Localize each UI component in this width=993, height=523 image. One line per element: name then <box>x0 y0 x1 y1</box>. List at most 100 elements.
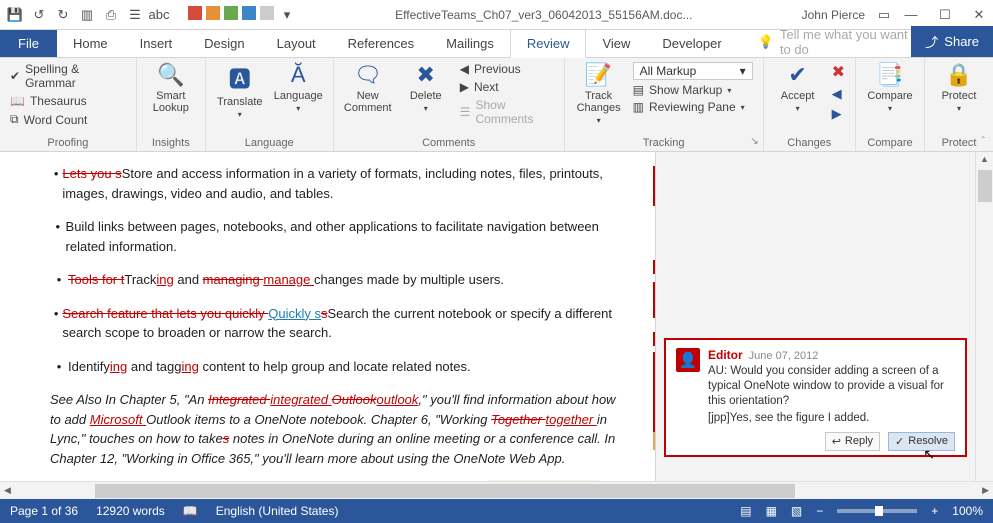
horizontal-scrollbar[interactable]: ◀ ▶ <box>0 481 993 499</box>
group-label: Changes <box>774 135 845 149</box>
tab-mailings[interactable]: Mailings <box>430 30 510 57</box>
group-label: Language <box>216 135 323 149</box>
document-area: •Lets you sStore and access information … <box>0 152 993 499</box>
bulb-icon: 💡 <box>758 34 774 50</box>
tab-developer[interactable]: Developer <box>646 30 737 57</box>
reviewing-pane-dropdown[interactable]: ▥Reviewing Pane ▾ <box>633 100 753 114</box>
minimize-button[interactable]: — <box>903 7 919 23</box>
previous-comment-button[interactable]: ◀Previous <box>460 62 554 76</box>
page-indicator[interactable]: Page 1 of 36 <box>10 504 78 518</box>
vertical-scrollbar[interactable]: ▲ ▼ <box>975 152 993 499</box>
status-bar: Page 1 of 36 12920 words 📖 English (Unit… <box>0 499 993 523</box>
next-comment-button[interactable]: ▶Next <box>460 80 554 94</box>
globe-icon: Ă <box>291 62 306 88</box>
word-count[interactable]: 12920 words <box>96 504 165 518</box>
window-controls: — ☐ ✕ <box>903 7 987 23</box>
tab-design[interactable]: Design <box>188 30 260 57</box>
print-layout-icon[interactable]: ▦ <box>766 504 777 518</box>
comment-date: June 07, 2012 <box>749 350 819 362</box>
markup-mode-dropdown[interactable]: All Markup▾ <box>633 62 753 80</box>
save-icon[interactable]: 💾 <box>6 6 24 24</box>
accept-button[interactable]: ✔Accept▾ <box>774 62 822 113</box>
share-button[interactable]: ⤴ Share <box>911 26 993 57</box>
compare-button[interactable]: 📑Compare▾ <box>866 62 914 113</box>
tell-me-box[interactable]: 💡 Tell me what you want to do <box>738 27 912 57</box>
comment-card[interactable]: 👤 EditorJune 07, 2012 AU: Would you cons… <box>664 338 967 457</box>
tell-me-placeholder: Tell me what you want to do <box>780 27 911 57</box>
thesaurus-button[interactable]: 📖Thesaurus <box>10 94 126 108</box>
hscroll-thumb[interactable] <box>95 484 795 498</box>
accept-icon: ✔ <box>788 62 806 88</box>
group-changes: ✔Accept▾ ✖ ◀ ▶ Changes <box>764 58 856 151</box>
abc-check-icon: ✔ <box>10 69 20 83</box>
qa-button[interactable]: abc <box>150 6 168 24</box>
protect-button[interactable]: 🔒Protect▾ <box>935 62 983 113</box>
zoom-out-icon[interactable]: − <box>816 504 823 518</box>
compare-icon: 📑 <box>876 62 903 88</box>
tab-review[interactable]: Review <box>510 29 587 58</box>
qa-button[interactable]: ▥ <box>78 6 96 24</box>
avatar: 👤 <box>676 348 700 372</box>
scroll-up-icon[interactable]: ▲ <box>978 152 991 166</box>
comment-author: Editor <box>708 348 743 362</box>
show-markup-dropdown[interactable]: ▤Show Markup ▾ <box>633 83 753 97</box>
reject-icon[interactable]: ✖ <box>832 62 845 82</box>
tab-view[interactable]: View <box>586 30 646 57</box>
dialog-launcher-icon[interactable]: ↘ <box>750 136 758 147</box>
ribbon-options-icon[interactable]: ▭ <box>875 6 893 24</box>
tab-layout[interactable]: Layout <box>261 30 332 57</box>
smart-lookup-button[interactable]: 🔍 Smart Lookup <box>147 62 195 114</box>
delete-icon: ✖ <box>417 62 435 88</box>
word-count-button[interactable]: ⧉Word Count <box>10 112 126 127</box>
redo-icon[interactable]: ↻ <box>54 6 72 24</box>
share-label: Share <box>944 34 979 49</box>
share-icon: ⤴ <box>925 32 938 51</box>
scroll-right-icon[interactable]: ▶ <box>978 485 993 496</box>
qa-button[interactable]: ⎙ <box>102 6 120 24</box>
ribbon-tabs: File Home Insert Design Layout Reference… <box>0 30 993 58</box>
scroll-left-icon[interactable]: ◀ <box>0 485 15 496</box>
search-icon: 🔍 <box>157 62 184 88</box>
chevron-down-icon[interactable]: ▾ <box>278 6 296 24</box>
scroll-thumb[interactable] <box>978 170 992 202</box>
next-change-icon[interactable]: ▶ <box>832 106 845 122</box>
swatch[interactable] <box>224 6 238 20</box>
tab-insert[interactable]: Insert <box>124 30 189 57</box>
group-insights: 🔍 Smart Lookup Insights <box>137 58 206 151</box>
prev-change-icon[interactable]: ◀ <box>832 86 845 102</box>
swatch[interactable] <box>206 6 220 20</box>
resolve-button[interactable]: ✓Resolve <box>888 432 955 451</box>
language-indicator[interactable]: English (United States) <box>216 504 339 518</box>
swatch[interactable] <box>260 6 274 20</box>
show-comments-button: ☰Show Comments <box>460 98 554 126</box>
language-button[interactable]: ĂLanguage▾ <box>274 62 323 113</box>
window-title: EffectiveTeams_Ch07_ver3_06042013_55156A… <box>296 8 792 22</box>
zoom-level[interactable]: 100% <box>952 504 983 518</box>
qa-button[interactable]: ☰ <box>126 6 144 24</box>
swatch[interactable] <box>188 6 202 20</box>
read-mode-icon[interactable]: ▤ <box>740 504 751 518</box>
track-changes-button[interactable]: 📝Track Changes▾ <box>575 62 623 125</box>
maximize-button[interactable]: ☐ <box>937 7 953 23</box>
spelling-grammar-button[interactable]: ✔Spelling & Grammar <box>10 62 126 90</box>
reply-button[interactable]: ↩Reply <box>825 432 880 451</box>
web-layout-icon[interactable]: ▧ <box>791 504 802 518</box>
group-tracking: 📝Track Changes▾ All Markup▾ ▤Show Markup… <box>565 58 764 151</box>
zoom-in-icon[interactable]: + <box>931 504 938 518</box>
swatch[interactable] <box>242 6 256 20</box>
titlebar: 💾 ↺ ↻ ▥ ⎙ ☰ abc ▾ EffectiveTeams_Ch07_ve… <box>0 0 993 30</box>
collapse-ribbon-icon[interactable]: ˆ <box>982 136 985 147</box>
group-compare: 📑Compare▾ Compare <box>856 58 925 151</box>
undo-icon[interactable]: ↺ <box>30 6 48 24</box>
translate-button[interactable]: 🅰Translate▾ <box>216 62 264 119</box>
file-tab[interactable]: File <box>0 30 57 57</box>
tab-home[interactable]: Home <box>57 30 124 57</box>
delete-comment-button[interactable]: ✖Delete▾ <box>402 62 450 113</box>
translate-icon: 🅰 <box>229 62 251 94</box>
new-comment-button[interactable]: 🗨New Comment <box>344 62 392 114</box>
document-page[interactable]: •Lets you sStore and access information … <box>0 152 655 499</box>
spell-check-icon[interactable]: 📖 <box>183 504 198 518</box>
zoom-slider[interactable] <box>837 509 917 513</box>
close-button[interactable]: ✕ <box>971 7 987 23</box>
tab-references[interactable]: References <box>332 30 430 57</box>
